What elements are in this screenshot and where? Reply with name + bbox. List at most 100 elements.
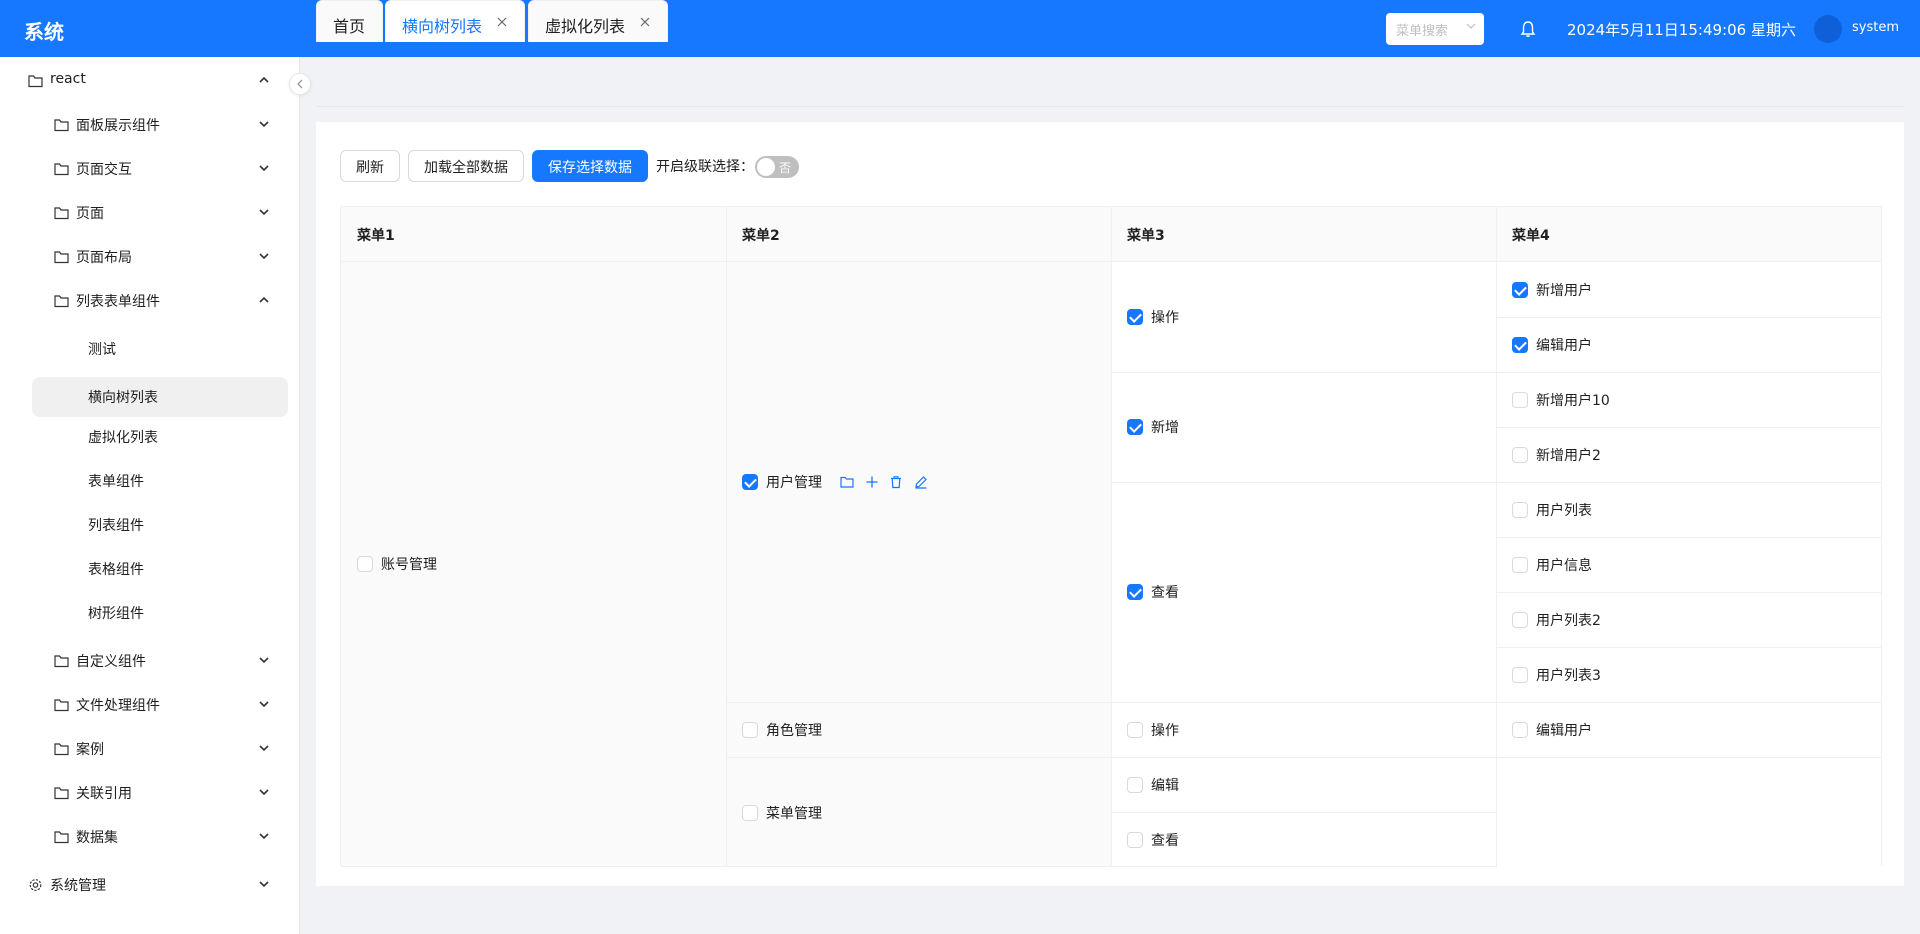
- tree-table: 菜单1 菜单2 菜单3 菜单4 账号管理 用户管理 角色管理 菜单管理 操作 新…: [340, 206, 1882, 867]
- edit-icon[interactable]: [914, 475, 928, 489]
- tree-node-menu1[interactable]: 账号管理: [357, 554, 437, 574]
- plus-icon[interactable]: [865, 475, 879, 489]
- username[interactable]: system: [1852, 20, 1899, 35]
- sidebar-item-label: 树形组件: [88, 606, 144, 622]
- tree-node-menu2[interactable]: 角色管理: [742, 720, 822, 740]
- sidebar-item-label: 测试: [88, 342, 116, 358]
- sidebar-subitem-virtual-list[interactable]: 虚拟化列表: [0, 417, 300, 457]
- chevron-down-icon: [259, 833, 269, 840]
- sidebar-item-file[interactable]: 文件处理组件: [0, 685, 300, 725]
- checkbox[interactable]: [1127, 419, 1143, 435]
- checkbox[interactable]: [1512, 337, 1528, 353]
- checkbox[interactable]: [1127, 309, 1143, 325]
- checkbox[interactable]: [1512, 557, 1528, 573]
- sidebar-item-custom[interactable]: 自定义组件: [0, 641, 300, 681]
- checkbox[interactable]: [742, 805, 758, 821]
- sidebar-item-label: react: [50, 71, 86, 87]
- cascade-toggle[interactable]: 否: [755, 156, 799, 178]
- sidebar-item-cases[interactable]: 案例: [0, 729, 300, 769]
- chevron-down-icon: [259, 745, 269, 752]
- checkbox[interactable]: [1512, 667, 1528, 683]
- tree-node-menu3[interactable]: 操作: [1127, 720, 1179, 740]
- divider: [1496, 757, 1881, 758]
- sidebar-collapse-button[interactable]: [289, 73, 311, 95]
- folder-icon: [54, 163, 69, 176]
- sidebar-item-label: 表格组件: [88, 562, 144, 578]
- tab-virtual-list[interactable]: 虚拟化列表: [528, 0, 668, 42]
- sidebar-item-layout[interactable]: 页面布局: [0, 237, 300, 277]
- checkbox[interactable]: [1127, 722, 1143, 738]
- folder-icon: [54, 831, 69, 844]
- tree-node-menu3[interactable]: 查看: [1127, 582, 1179, 602]
- delete-icon[interactable]: [889, 475, 903, 489]
- tree-node-menu4[interactable]: 新增用户2: [1512, 445, 1601, 465]
- checkbox[interactable]: [1512, 502, 1528, 518]
- save-selection-button[interactable]: 保存选择数据: [532, 150, 648, 182]
- sidebar-item-system[interactable]: 系统管理: [0, 865, 300, 905]
- sidebar-item-dataset[interactable]: 数据集: [0, 817, 300, 857]
- tree-node-menu3[interactable]: 新增: [1127, 417, 1179, 437]
- sidebar-item-panel[interactable]: 面板展示组件: [0, 105, 300, 145]
- divider: [1496, 482, 1881, 483]
- sidebar-item-react[interactable]: react: [0, 61, 300, 101]
- tree-node-menu4[interactable]: 用户信息: [1512, 555, 1592, 575]
- sidebar-subitem-table[interactable]: 表格组件: [0, 549, 300, 589]
- sidebar-item-label: 页面: [76, 206, 104, 222]
- tree-node-menu4[interactable]: 编辑用户: [1512, 720, 1592, 740]
- tree-node-menu2[interactable]: 菜单管理: [742, 803, 822, 823]
- tree-node-menu4[interactable]: 新增用户: [1512, 280, 1592, 300]
- cascade-label: 开启级联选择：: [656, 159, 754, 175]
- chevron-down-icon: [259, 881, 269, 888]
- tree-node-menu4[interactable]: 用户列表3: [1512, 665, 1601, 685]
- sidebar-subitem-list[interactable]: 列表组件: [0, 505, 300, 545]
- sidebar-item-interaction[interactable]: 页面交互: [0, 149, 300, 189]
- checkbox[interactable]: [1512, 612, 1528, 628]
- chevron-down-icon: [259, 789, 269, 796]
- tree-node-menu3[interactable]: 操作: [1127, 307, 1179, 327]
- node-label: 新增用户10: [1536, 393, 1610, 409]
- tree-node-menu4[interactable]: 用户列表: [1512, 500, 1592, 520]
- tree-node-menu4[interactable]: 用户列表2: [1512, 610, 1601, 630]
- column-header: 菜单1: [341, 207, 726, 262]
- node-label: 新增用户2: [1536, 448, 1601, 464]
- sidebar-item-page[interactable]: 页面: [0, 193, 300, 233]
- sidebar-subitem-test[interactable]: 测试: [0, 329, 300, 369]
- tree-node-menu4[interactable]: 编辑用户: [1512, 335, 1592, 355]
- bell-icon[interactable]: [1520, 20, 1536, 38]
- divider: [726, 702, 1111, 703]
- chevron-up-icon: [259, 296, 269, 303]
- divider: [1496, 317, 1881, 318]
- checkbox[interactable]: [357, 556, 373, 572]
- sidebar-subitem-tree[interactable]: 树形组件: [0, 593, 300, 633]
- checkbox[interactable]: [1512, 392, 1528, 408]
- tree-node-menu4[interactable]: 新增用户10: [1512, 390, 1610, 410]
- chevron-left-icon: [297, 79, 303, 89]
- sidebar-item-references[interactable]: 关联引用: [0, 773, 300, 813]
- checkbox[interactable]: [1512, 722, 1528, 738]
- checkbox[interactable]: [1127, 832, 1143, 848]
- refresh-button[interactable]: 刷新: [340, 150, 400, 182]
- avatar[interactable]: [1814, 15, 1842, 43]
- tab-tree-list[interactable]: 横向树列表: [385, 0, 525, 42]
- checkbox[interactable]: [742, 722, 758, 738]
- load-all-button[interactable]: 加载全部数据: [408, 150, 524, 182]
- sidebar-item-list-form[interactable]: 列表表单组件: [0, 281, 300, 321]
- tree-node-menu2[interactable]: 用户管理: [742, 472, 928, 492]
- checkbox[interactable]: [1127, 777, 1143, 793]
- close-icon[interactable]: [640, 17, 650, 27]
- checkbox[interactable]: [742, 474, 758, 490]
- folder-icon[interactable]: [840, 475, 855, 489]
- tab-label: 首页: [333, 17, 366, 36]
- tree-node-menu3[interactable]: 查看: [1127, 830, 1179, 850]
- checkbox[interactable]: [1512, 282, 1528, 298]
- folder-icon: [54, 207, 69, 220]
- tab-home[interactable]: 首页: [316, 0, 383, 42]
- tree-node-menu3[interactable]: 编辑: [1127, 775, 1179, 795]
- sidebar-subitem-tree-list[interactable]: 横向树列表: [32, 377, 288, 417]
- checkbox[interactable]: [1127, 584, 1143, 600]
- node-label: 查看: [1151, 833, 1179, 849]
- menu-search-select[interactable]: 菜单搜索: [1386, 13, 1484, 45]
- checkbox[interactable]: [1512, 447, 1528, 463]
- close-icon[interactable]: [497, 17, 507, 27]
- sidebar-subitem-form[interactable]: 表单组件: [0, 461, 300, 501]
